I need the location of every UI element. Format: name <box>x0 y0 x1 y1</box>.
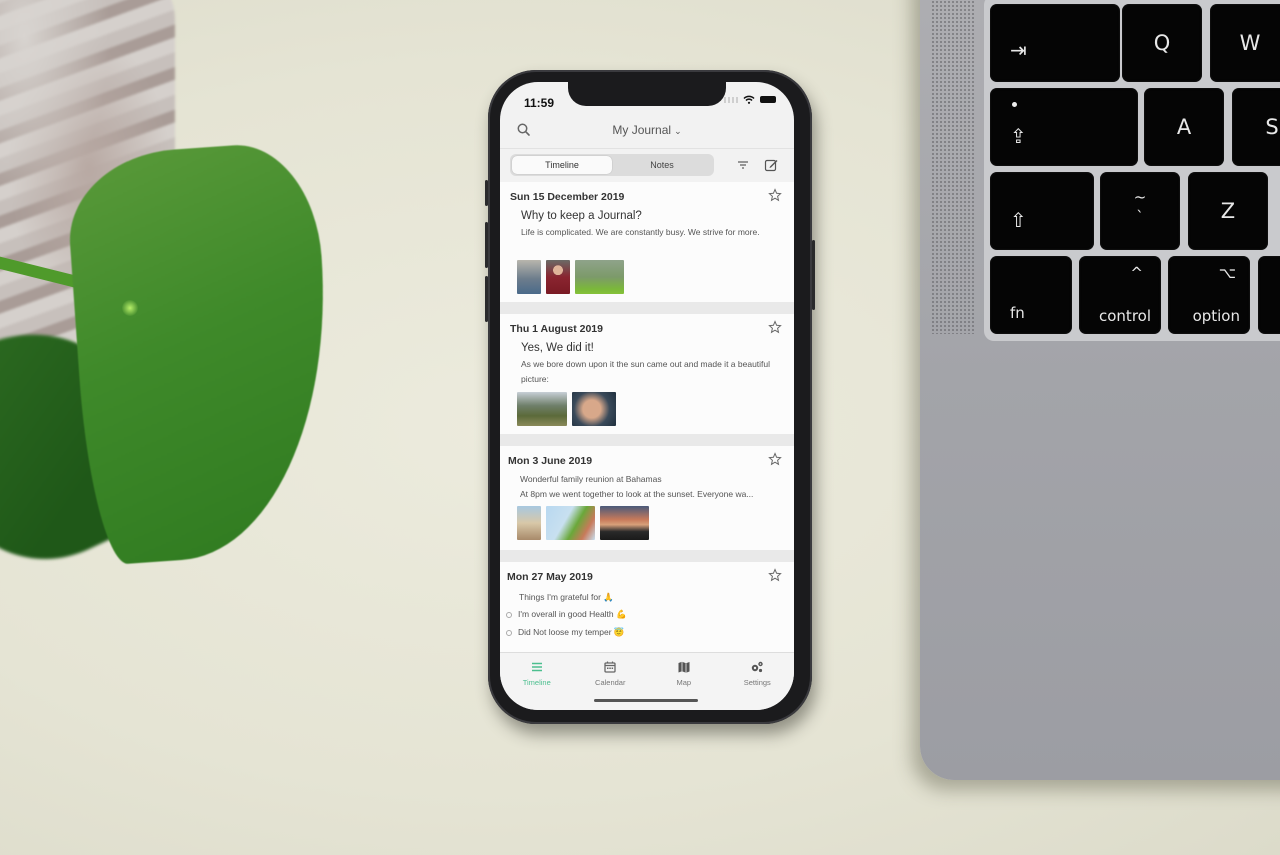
leaf-highlight <box>122 300 138 316</box>
compose-icon[interactable] <box>764 158 778 172</box>
checklist-item: Did Not loose my temper 😇 <box>506 627 624 638</box>
entry-date: Mon 27 May 2019 <box>507 571 593 583</box>
woman-red-sweater-photo[interactable] <box>546 260 570 294</box>
journal-selector[interactable]: My Journal ⌄ <box>500 123 794 137</box>
segment-timeline[interactable]: Timeline <box>512 156 612 174</box>
entry-text: Wonderful family reunion at <box>520 474 626 484</box>
checklist-heading: Things I'm grateful for 🙏 <box>519 592 614 602</box>
mountain-hiker-photo[interactable] <box>517 392 567 426</box>
star-icon[interactable] <box>768 568 782 582</box>
palm-tree-photo[interactable] <box>546 506 595 540</box>
power-button <box>812 240 815 310</box>
entry-date: Sun 15 December 2019 <box>510 191 625 203</box>
volume-up-button <box>485 222 488 268</box>
signal-icon <box>724 96 738 103</box>
laptop: ⇥ Q W ⇪ A S ⇧ ~ ` Z fn ^ control ⌥ optio… <box>920 0 1280 780</box>
nav-bar: My Journal ⌄ <box>500 112 794 148</box>
star-icon[interactable] <box>768 320 782 334</box>
journal-title: My Journal <box>612 123 672 137</box>
entry-title: Yes, We did it! <box>521 342 594 354</box>
key-command[interactable] <box>1258 256 1280 334</box>
volume-down-button <box>485 276 488 322</box>
key-control[interactable]: ^ control <box>1079 256 1161 334</box>
timeline-feed: Sun 15 December 2019 Why to keep a Journ… <box>500 182 794 652</box>
key-caps-lock[interactable]: ⇪ <box>990 88 1138 166</box>
sunset-crowd-photo[interactable] <box>600 506 649 540</box>
checklist-item: I'm overall in good Health 💪 <box>506 609 627 620</box>
child-portrait-photo[interactable] <box>572 392 616 426</box>
gears-icon <box>752 661 763 673</box>
wifi-icon <box>743 95 755 104</box>
journal-entry[interactable]: Sun 15 December 2019 Why to keep a Journ… <box>500 182 794 302</box>
key-fn[interactable]: fn <box>990 256 1072 334</box>
key-q[interactable]: Q <box>1122 4 1202 82</box>
status-time: 11:59 <box>524 96 555 110</box>
beach-people-photo[interactable] <box>517 506 541 540</box>
plant-leaf <box>64 139 342 567</box>
battery-icon <box>760 96 776 103</box>
entry-text: Life is complicated. We are constantly b… <box>521 227 760 237</box>
phone: 11:59 My Journal ⌄ Timeline Notes Sun 15… <box>485 70 815 724</box>
tab-settings[interactable]: Settings <box>721 653 795 710</box>
entry-text: At 8pm we went together to look at the s… <box>520 489 754 499</box>
person-sitting-photo[interactable] <box>517 260 541 294</box>
entry-text: As we bore down upon it the sun came out… <box>521 359 771 384</box>
entry-date: Mon 3 June 2019 <box>508 455 593 467</box>
entry-date: Thu 1 August 2019 <box>510 323 603 335</box>
tab-bar: Timeline Calendar Map Settings <box>500 652 794 710</box>
star-icon[interactable] <box>768 188 782 202</box>
status-bar: 11:59 <box>500 82 794 112</box>
phone-screen: 11:59 My Journal ⌄ Timeline Notes Sun 15… <box>500 82 794 710</box>
filter-icon[interactable] <box>736 158 750 172</box>
chevron-down-icon: ⌄ <box>674 126 682 136</box>
timeline-icon <box>531 662 542 672</box>
speaker-grille <box>931 0 975 334</box>
key-s[interactable]: S <box>1232 88 1280 166</box>
entry-title: Why to keep a Journal? <box>521 210 642 222</box>
journal-entry[interactable]: Mon 3 June 2019 Wonderful family reunion… <box>500 446 794 550</box>
view-segmented-control: Timeline Notes <box>510 154 714 176</box>
location-link[interactable]: Bahamas <box>625 474 662 484</box>
star-icon[interactable] <box>768 452 782 466</box>
key-z[interactable]: Z <box>1188 172 1268 250</box>
segment-notes[interactable]: Notes <box>612 156 712 174</box>
home-indicator[interactable] <box>594 699 698 702</box>
key-backtick[interactable]: ~ ` <box>1100 172 1180 250</box>
key-shift[interactable]: ⇧ <box>990 172 1094 250</box>
journal-entry[interactable]: Mon 27 May 2019 Things I'm grateful for … <box>500 562 794 652</box>
calendar-icon <box>604 661 616 673</box>
journal-entry[interactable]: Thu 1 August 2019 Yes, We did it! As we … <box>500 314 794 434</box>
tab-timeline[interactable]: Timeline <box>500 653 574 710</box>
caps-indicator-light <box>1012 102 1017 107</box>
toolbar: Timeline Notes <box>500 148 794 182</box>
map-icon <box>678 661 690 673</box>
checkbox[interactable] <box>506 611 512 618</box>
key-option[interactable]: ⌥ option <box>1168 256 1250 334</box>
key-tab[interactable]: ⇥ <box>990 4 1120 82</box>
key-w[interactable]: W <box>1210 4 1280 82</box>
checkbox[interactable] <box>506 629 512 636</box>
mute-switch <box>485 180 488 206</box>
forest-photo[interactable] <box>575 260 624 294</box>
key-a[interactable]: A <box>1144 88 1224 166</box>
